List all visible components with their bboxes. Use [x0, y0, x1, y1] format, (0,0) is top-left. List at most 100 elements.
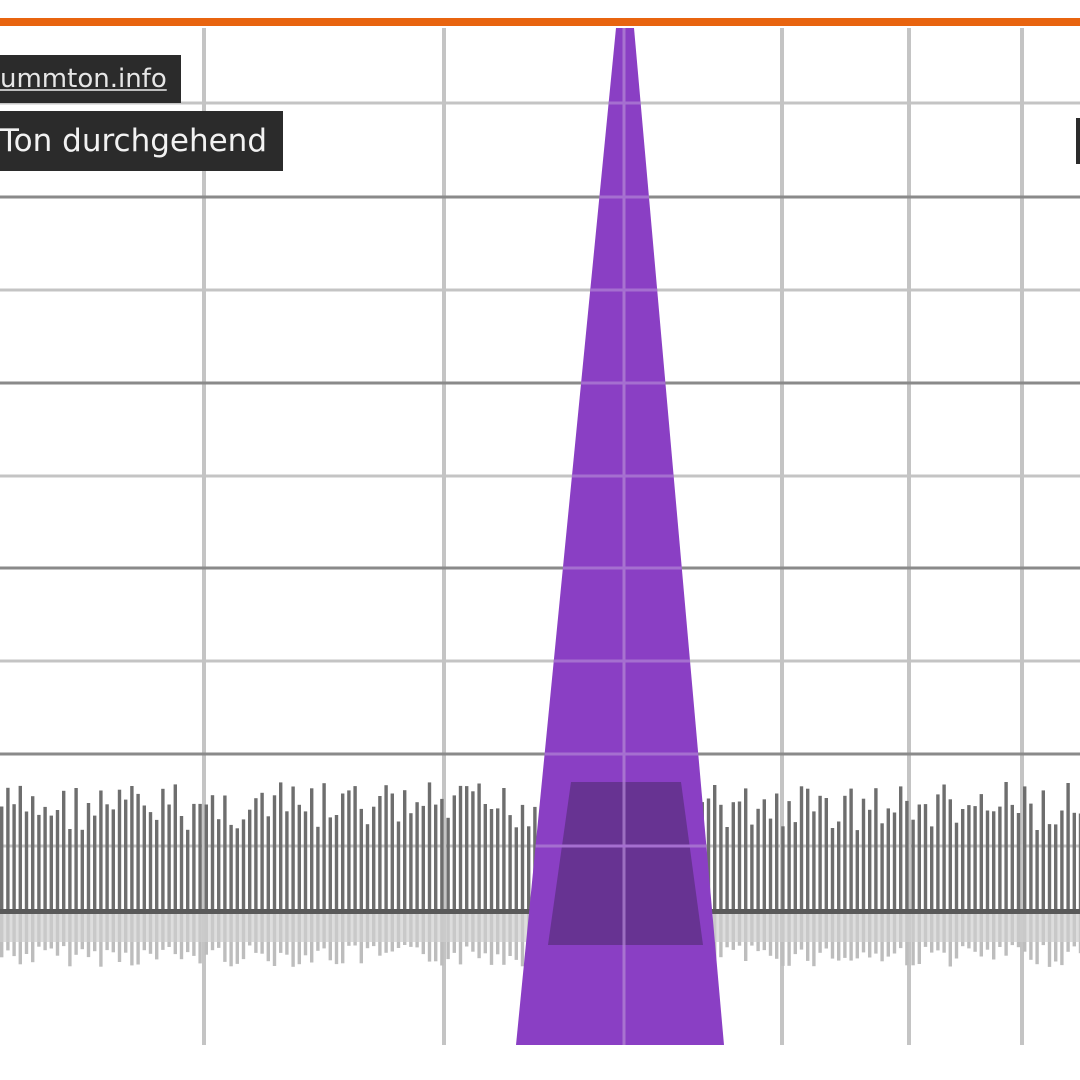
- waveform-bar-upper: [731, 802, 735, 912]
- waveform-bar-upper: [198, 803, 202, 912]
- waveform-bar-upper: [961, 809, 965, 912]
- waveform-bar-upper: [843, 795, 847, 912]
- waveform-bar-upper: [725, 827, 729, 912]
- waveform-bar-upper: [527, 826, 531, 912]
- waveform-bar-upper: [502, 788, 506, 912]
- waveform-bar-upper: [365, 824, 370, 912]
- waveform-bar-upper: [204, 804, 208, 912]
- waveform-bar-upper: [520, 804, 525, 912]
- waveform-bar-upper: [744, 788, 748, 912]
- waveform-bar-upper: [1060, 810, 1064, 912]
- waveform-bar-upper: [179, 816, 184, 912]
- waveform-bar-upper: [880, 823, 884, 912]
- waveform-bar-upper: [998, 806, 1002, 912]
- top-progress-bar: [0, 18, 1080, 26]
- waveform-bar-upper: [427, 782, 432, 912]
- waveform-bar-upper: [384, 785, 388, 912]
- waveform-bar-upper: [899, 786, 903, 912]
- waveform-bar-upper: [248, 809, 252, 912]
- waveform-bar-upper: [111, 809, 115, 912]
- track-title-label: Ton durchgehend: [0, 111, 284, 171]
- waveform-bar-upper: [235, 828, 239, 912]
- waveform-bar-upper: [136, 793, 140, 912]
- waveform-viewer: ummton.info Ton durchgehend: [0, 0, 1080, 1080]
- waveform-bar-upper: [155, 819, 159, 912]
- waveform-bar-upper: [923, 804, 928, 912]
- waveform-bar-upper: [973, 806, 977, 912]
- waveform-bar-upper: [303, 811, 308, 912]
- waveform-bar-upper: [992, 811, 996, 912]
- waveform-bar-upper: [1066, 783, 1070, 912]
- waveform-bar-upper: [18, 785, 22, 912]
- waveform-bar-upper: [403, 790, 407, 912]
- waveform-bar-upper: [948, 799, 952, 912]
- waveform-bar-upper: [793, 822, 797, 912]
- waveform-bar-upper: [434, 804, 438, 912]
- waveform-bar-upper: [1023, 786, 1027, 912]
- waveform-bar-upper: [291, 786, 295, 912]
- site-link[interactable]: ummton.info: [0, 55, 181, 103]
- waveform-bar-upper: [12, 804, 16, 912]
- waveform-bar-upper: [217, 819, 221, 912]
- waveform-bar-upper: [86, 803, 91, 912]
- waveform-bar-upper: [911, 819, 915, 912]
- waveform-bar-upper: [471, 791, 475, 912]
- waveform-bar-upper: [99, 790, 103, 912]
- waveform-bar-upper: [334, 815, 339, 912]
- waveform-bar-upper: [508, 815, 512, 912]
- waveform-bar-upper: [353, 786, 357, 912]
- waveform-bar-upper: [762, 799, 766, 912]
- waveform-bar-upper: [55, 810, 60, 912]
- waveform-bar-upper: [942, 784, 946, 912]
- waveform-bar-upper: [1010, 804, 1014, 912]
- waveform-bar-upper: [874, 788, 878, 912]
- waveform-bar-upper: [322, 783, 326, 912]
- waveform-bar-upper: [979, 794, 983, 912]
- waveform-bar-upper: [43, 806, 47, 912]
- waveform-bar-upper: [1016, 813, 1021, 912]
- waveform-bar-upper: [954, 822, 959, 912]
- waveform-bar-upper: [6, 787, 10, 912]
- waveform-bar-upper: [37, 814, 41, 912]
- waveform-bar-upper: [458, 785, 463, 912]
- waveform-bar-upper: [775, 793, 779, 912]
- waveform-bar-upper: [68, 829, 72, 912]
- waveform-bar-upper: [768, 818, 773, 912]
- waveform-bar-upper: [31, 796, 35, 912]
- waveform-bar-upper: [186, 829, 190, 912]
- waveform-bar-upper: [496, 808, 500, 912]
- waveform-bar-upper: [917, 804, 921, 912]
- waveform-bar-upper: [967, 805, 971, 912]
- waveform-bar-upper: [1054, 824, 1058, 912]
- waveform-bar-upper: [310, 788, 314, 912]
- waveform-bar-upper: [892, 812, 897, 912]
- waveform-bar-upper: [341, 793, 345, 912]
- waveform-bar-upper: [1004, 782, 1008, 912]
- waveform-bar-upper: [936, 794, 940, 912]
- waveform-bar-upper: [750, 824, 754, 912]
- waveform-bar-upper: [173, 784, 177, 912]
- waveform-bar-upper: [837, 821, 841, 912]
- waveform-bar-upper: [483, 804, 487, 912]
- waveform-bar-upper: [272, 795, 277, 912]
- waveform-bar-upper: [824, 798, 828, 912]
- waveform-bar-upper: [781, 826, 785, 912]
- waveform-bar-upper: [74, 788, 78, 912]
- waveform-bar-upper: [279, 782, 283, 912]
- waveform-bar-upper: [861, 798, 866, 912]
- waveform-bar-upper: [421, 805, 425, 912]
- waveform-bar-upper: [446, 817, 450, 912]
- waveform-bar-upper: [297, 804, 301, 912]
- waveform-bar-upper: [409, 813, 413, 912]
- waveform-bar-upper: [142, 805, 146, 912]
- waveform-bar-upper: [24, 811, 29, 912]
- waveform-bar-upper: [799, 786, 804, 912]
- waveform-bar-upper: [713, 785, 717, 912]
- waveform-bar-upper: [241, 819, 246, 912]
- waveform-bar-upper: [1072, 812, 1076, 912]
- waveform-bar-upper: [930, 826, 934, 912]
- waveform-bar-upper: [396, 821, 401, 912]
- waveform-bar-upper: [440, 798, 444, 912]
- waveform-bar-upper: [117, 789, 122, 912]
- waveform-bar-upper: [849, 788, 853, 912]
